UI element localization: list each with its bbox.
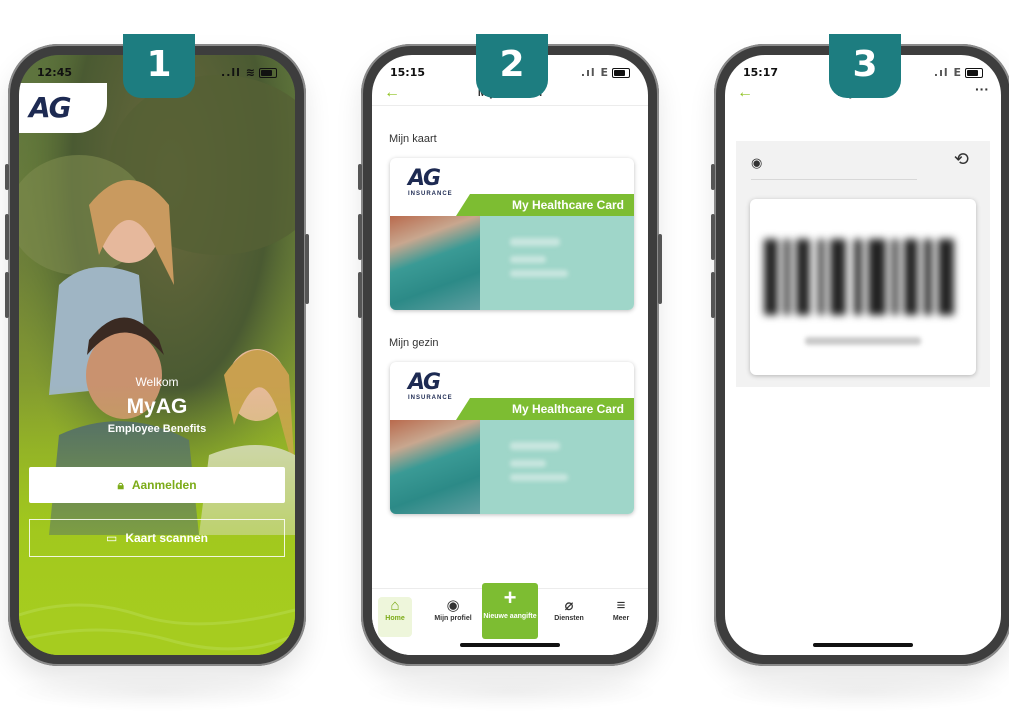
phone-2: 15:15 .ıl E ← Mijn kaarten Mijn kaart AG…	[358, 34, 662, 666]
tab-my-profile[interactable]: ◉ Mijn profiel	[428, 597, 478, 622]
section-my-card: Mijn kaart	[389, 133, 437, 145]
status-time: 15:17	[743, 66, 779, 79]
app-subtitle: Employee Benefits	[107, 423, 207, 435]
doctor-photo	[390, 216, 480, 310]
ag-insurance-logo: AG INSURANCE	[408, 370, 453, 401]
wifi-icon: ≋	[245, 66, 256, 79]
home-indicator	[460, 643, 560, 647]
healthcare-card-family[interactable]: AG INSURANCE My Healthcare Card	[390, 362, 634, 514]
home-indicator	[813, 643, 913, 647]
card-banner: My Healthcare Card	[456, 398, 634, 420]
login-button-label: Aanmelden	[131, 478, 197, 492]
doctor-photo	[390, 420, 480, 514]
phone-1: 12:45 ..ll ≋ AG Welkom MyAG Employee Ben…	[5, 34, 309, 666]
tab-bar: ⌂ Home ◉ Mijn profiel + Nieuwe aangifte …	[372, 583, 648, 655]
barcode-number	[805, 337, 921, 345]
divider	[751, 179, 917, 180]
battery-icon	[259, 68, 277, 78]
user-icon: ◉	[751, 155, 763, 170]
step-badge-1: 1	[123, 34, 195, 98]
more-options-icon[interactable]: ···	[975, 81, 989, 97]
tab-home[interactable]: ⌂ Home	[378, 597, 412, 637]
my-cards-screen: 15:15 .ıl E ← Mijn kaarten Mijn kaart AG…	[372, 55, 648, 655]
battery-icon	[965, 68, 983, 78]
tag-icon: ⌀	[564, 597, 574, 614]
floor-shadow	[8, 672, 308, 712]
ag-logo: AG	[29, 91, 72, 124]
scan-card-button-label: Kaart scannen	[125, 531, 209, 545]
status-icons: ..ll ≋	[221, 66, 277, 79]
barcode-card	[750, 199, 976, 375]
floor-shadow	[361, 672, 661, 712]
scan-card-button[interactable]: ▭ Kaart scannen	[29, 519, 285, 557]
login-button[interactable]: 🔒︎ Aanmelden	[29, 467, 285, 503]
ag-insurance-logo: AG INSURANCE	[408, 166, 453, 197]
tab-services[interactable]: ⌀ Diensten	[544, 597, 594, 622]
status-time: 12:45	[37, 66, 73, 79]
welcome-screen: 12:45 ..ll ≋ AG Welkom MyAG Employee Ben…	[19, 55, 295, 655]
home-icon: ⌂	[390, 597, 400, 614]
status-time: 15:15	[390, 66, 426, 79]
card-banner: My Healthcare Card	[456, 194, 634, 216]
app-name: MyAG	[126, 395, 188, 418]
barcode	[764, 239, 962, 315]
step-badge-2: 2	[476, 34, 548, 98]
menu-icon: ≡	[616, 597, 626, 614]
step-badge-3: 3	[829, 34, 901, 98]
rotate-phone-icon[interactable]: ⟲	[954, 149, 969, 170]
battery-icon	[612, 68, 630, 78]
lock-icon: 🔒︎	[117, 477, 124, 492]
tab-new-claim[interactable]: + Nieuwe aangifte	[482, 583, 538, 639]
card-icon: ▭	[105, 531, 118, 545]
user-icon: ◉	[446, 597, 460, 614]
my-card-screen: 15:17 .ıl E ← Mijn kaart ··· ◉ ⟲	[725, 55, 1001, 655]
plus-icon: +	[503, 585, 517, 610]
status-icons: .ıl E	[934, 66, 983, 79]
floor-shadow	[714, 672, 1009, 712]
tab-more[interactable]: ≡ Meer	[596, 597, 646, 622]
family-photo	[19, 55, 295, 655]
welcome-text: Welkom	[135, 375, 179, 389]
phone-3: 15:17 .ıl E ← Mijn kaart ··· ◉ ⟲	[711, 34, 1009, 666]
section-family: Mijn gezin	[389, 337, 439, 349]
healthcare-card-own[interactable]: AG INSURANCE My Healthcare Card	[390, 158, 634, 310]
ag-logo-card: AG	[19, 83, 107, 133]
status-icons: .ıl E	[581, 66, 630, 79]
